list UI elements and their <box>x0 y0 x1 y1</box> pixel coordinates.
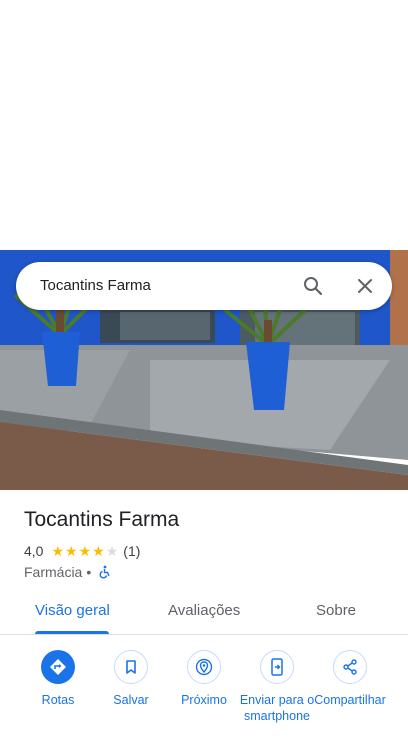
nearby-label: Próximo <box>181 693 227 707</box>
blank-map-area <box>0 0 408 250</box>
directions-button[interactable]: Rotas <box>20 650 96 708</box>
search-query[interactable]: Tocantins Farma <box>40 262 151 310</box>
category-row: Farmácia • <box>24 563 111 581</box>
tab-reviews[interactable]: Avaliações <box>168 590 240 634</box>
save-button[interactable]: Salvar <box>93 650 169 708</box>
share-label: Compartilhar <box>314 693 386 707</box>
star-icon: ★ <box>51 543 65 559</box>
star-icon: ★ <box>78 543 92 559</box>
nearby-icon <box>195 658 213 676</box>
wheelchair-accessible-icon <box>99 565 110 579</box>
star-rating: ★ ★ ★ ★ ★ <box>51 544 119 558</box>
search-bar[interactable]: Tocantins Farma <box>16 262 392 310</box>
send-to-phone-button[interactable]: Enviar para o smartphone <box>239 650 315 724</box>
rating-value: 4,0 <box>24 543 44 559</box>
review-count[interactable]: (1) <box>123 543 140 559</box>
place-category: Farmácia <box>24 564 83 580</box>
place-name: Tocantins Farma <box>24 508 180 531</box>
star-icon: ★ <box>92 543 105 559</box>
tab-bar: Visão geral Avaliações Sobre <box>0 590 408 635</box>
tab-overview[interactable]: Visão geral <box>35 590 110 634</box>
share-button[interactable]: Compartilhar <box>312 650 388 708</box>
tab-about[interactable]: Sobre <box>316 590 356 634</box>
send-to-phone-label: Enviar para o smartphone <box>239 693 315 723</box>
search-icon[interactable] <box>301 274 325 298</box>
nearby-button[interactable]: Próximo <box>166 650 242 708</box>
active-tab-indicator <box>35 631 109 634</box>
bookmark-icon <box>126 660 136 674</box>
share-icon <box>343 659 357 675</box>
star-icon: ★ <box>65 543 78 559</box>
star-empty-icon: ★ <box>105 543 119 559</box>
separator: • <box>86 564 92 580</box>
directions-label: Rotas <box>41 693 75 707</box>
send-to-phone-icon <box>271 658 283 676</box>
save-label: Salvar <box>113 693 149 707</box>
rating-row[interactable]: 4,0 ★ ★ ★ ★ ★ (1) <box>24 542 140 560</box>
close-icon[interactable] <box>353 274 377 298</box>
directions-icon <box>50 659 66 675</box>
